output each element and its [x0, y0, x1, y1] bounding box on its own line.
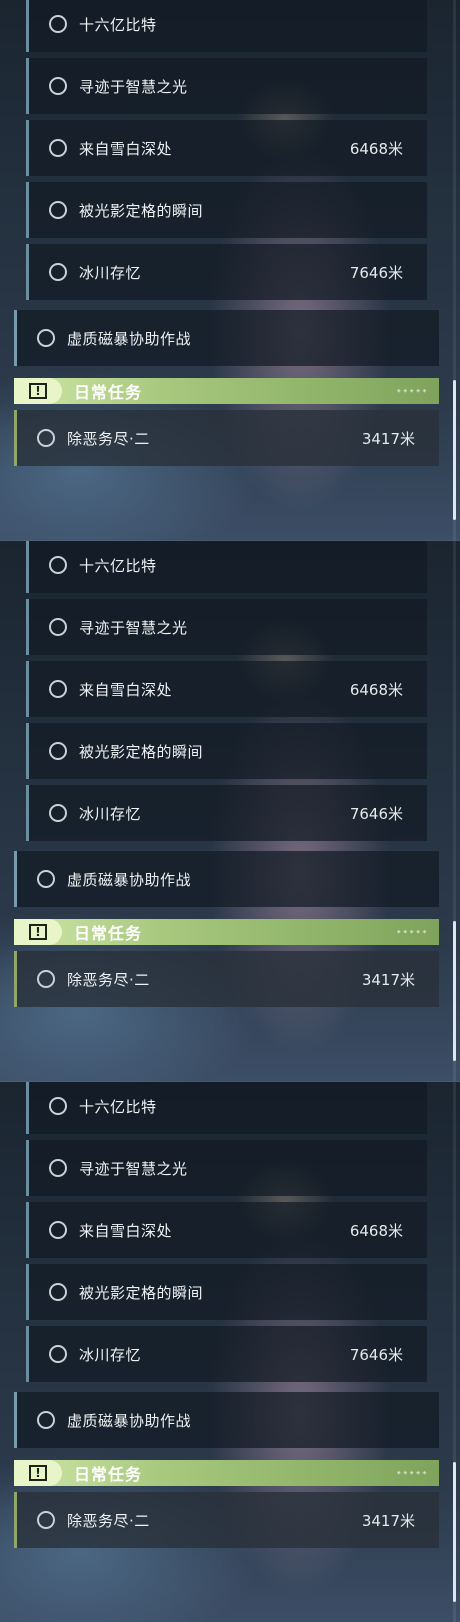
quest-status-circle-icon [37, 870, 55, 888]
daily-quest-row[interactable]: 除恶务尽·二 3417米 [14, 951, 439, 1007]
quest-label: 十六亿比特 [79, 1097, 157, 1116]
quest-status-circle-icon [49, 263, 67, 281]
quest-row[interactable]: 来自雪白深处 6468米 [26, 661, 427, 717]
quest-status-circle-icon [49, 680, 67, 698]
quest-status-circle-icon [37, 970, 55, 988]
quest-status-circle-icon [37, 1511, 55, 1529]
quest-label: 被光影定格的瞬间 [79, 742, 204, 761]
quest-distance: 7646米 [349, 804, 403, 823]
quest-row[interactable]: 十六亿比特 [26, 541, 427, 593]
scrollbar[interactable] [453, 1082, 456, 1622]
quest-status-circle-icon [49, 618, 67, 636]
quest-row[interactable]: 被光影定格的瞬间 [26, 1264, 427, 1320]
quest-distance: 6468米 [349, 1221, 403, 1240]
header-decoration: ◈ ◈ ◈ ◈ ◈ [396, 1470, 427, 1476]
quest-row[interactable]: 冰川存忆 7646米 [26, 1326, 427, 1382]
quest-row[interactable]: 被光影定格的瞬间 [26, 182, 427, 238]
quest-status-circle-icon [49, 556, 67, 574]
quest-label: 来自雪白深处 [79, 680, 173, 699]
exclamation-icon: ! [14, 919, 62, 945]
quest-status-circle-icon [49, 1221, 67, 1239]
quest-status-circle-icon [49, 1345, 67, 1363]
quest-distance: 6468米 [349, 680, 403, 699]
quest-distance: 3417米 [361, 429, 415, 448]
quest-label: 除恶务尽·二 [67, 429, 150, 448]
quest-status-circle-icon [37, 329, 55, 347]
quest-distance: 7646米 [349, 1345, 403, 1364]
quest-status-circle-icon [49, 15, 67, 33]
main-quest-row[interactable]: 虚质磁暴协助作战 [14, 1392, 439, 1448]
quest-status-circle-icon [49, 201, 67, 219]
quest-distance: 3417米 [361, 1511, 415, 1530]
quest-label: 被光影定格的瞬间 [79, 201, 204, 220]
quest-row[interactable]: 十六亿比特 [26, 1082, 427, 1134]
quest-status-circle-icon [49, 804, 67, 822]
quest-status-circle-icon [37, 1411, 55, 1429]
main-quest-row[interactable]: 虚质磁暴协助作战 [14, 310, 439, 366]
quest-label: 虚质磁暴协助作战 [67, 329, 192, 348]
daily-quest-header: ! 日常任务 ◈ ◈ ◈ ◈ ◈ [14, 378, 439, 404]
quest-row[interactable]: 寻迹于智慧之光 [26, 599, 427, 655]
scrollbar-thumb[interactable] [453, 1462, 456, 1602]
quest-label: 来自雪白深处 [79, 139, 173, 158]
quest-label: 虚质磁暴协助作战 [67, 870, 192, 889]
quest-status-circle-icon [49, 1097, 67, 1115]
daily-quest-row[interactable]: 除恶务尽·二 3417米 [14, 410, 439, 466]
scrollbar-thumb[interactable] [453, 921, 456, 1061]
quest-label: 来自雪白深处 [79, 1221, 173, 1240]
quest-distance: 3417米 [361, 970, 415, 989]
quest-row[interactable]: 寻迹于智慧之光 [26, 58, 427, 114]
quest-label: 除恶务尽·二 [67, 970, 150, 989]
header-decoration: ◈ ◈ ◈ ◈ ◈ [396, 388, 427, 394]
scrollbar[interactable] [453, 0, 456, 540]
scrollbar[interactable] [453, 541, 456, 1081]
quest-row[interactable]: 来自雪白深处 6468米 [26, 1202, 427, 1258]
quest-panel-frame-3: 十六亿比特 寻迹于智慧之光 来自雪白深处 6468米 被光影定格的瞬间 冰川存忆… [0, 1081, 460, 1622]
quest-distance: 6468米 [349, 139, 403, 158]
quest-row[interactable]: 寻迹于智慧之光 [26, 1140, 427, 1196]
daily-quest-title: 日常任务 [74, 383, 143, 402]
quest-label: 寻迹于智慧之光 [79, 1159, 188, 1178]
quest-row[interactable]: 来自雪白深处 6468米 [26, 120, 427, 176]
daily-quest-row[interactable]: 除恶务尽·二 3417米 [14, 1492, 439, 1548]
quest-label: 十六亿比特 [79, 556, 157, 575]
daily-quest-header: ! 日常任务 ◈ ◈ ◈ ◈ ◈ [14, 1460, 439, 1486]
quest-label: 冰川存忆 [79, 1345, 142, 1364]
daily-quest-header: ! 日常任务 ◈ ◈ ◈ ◈ ◈ [14, 919, 439, 945]
quest-label: 寻迹于智慧之光 [79, 618, 188, 637]
scrollbar-thumb[interactable] [453, 380, 456, 520]
exclamation-icon: ! [14, 1460, 62, 1486]
daily-quest-title: 日常任务 [74, 924, 143, 943]
quest-label: 虚质磁暴协助作战 [67, 1411, 192, 1430]
daily-quest-title: 日常任务 [74, 1465, 143, 1484]
quest-status-circle-icon [49, 77, 67, 95]
quest-distance: 7646米 [349, 263, 403, 282]
quest-status-circle-icon [49, 1283, 67, 1301]
quest-label: 被光影定格的瞬间 [79, 1283, 204, 1302]
quest-row[interactable]: 十六亿比特 [26, 0, 427, 52]
quest-panel-frame-2: 十六亿比特 寻迹于智慧之光 来自雪白深处 6468米 被光影定格的瞬间 冰川存忆… [0, 540, 460, 1081]
quest-label: 寻迹于智慧之光 [79, 77, 188, 96]
quest-status-circle-icon [49, 139, 67, 157]
quest-row[interactable]: 冰川存忆 7646米 [26, 785, 427, 841]
quest-status-circle-icon [49, 742, 67, 760]
quest-label: 十六亿比特 [79, 15, 157, 34]
quest-status-circle-icon [49, 1159, 67, 1177]
quest-label: 冰川存忆 [79, 263, 142, 282]
quest-status-circle-icon [37, 429, 55, 447]
quest-label: 除恶务尽·二 [67, 1511, 150, 1530]
quest-row[interactable]: 冰川存忆 7646米 [26, 244, 427, 300]
header-decoration: ◈ ◈ ◈ ◈ ◈ [396, 929, 427, 935]
quest-label: 冰川存忆 [79, 804, 142, 823]
quest-row[interactable]: 被光影定格的瞬间 [26, 723, 427, 779]
exclamation-icon: ! [14, 378, 62, 404]
main-quest-row[interactable]: 虚质磁暴协助作战 [14, 851, 439, 907]
quest-panel-frame-1: 十六亿比特 寻迹于智慧之光 来自雪白深处 6468米 被光影定格的瞬间 冰川存忆… [0, 0, 460, 540]
